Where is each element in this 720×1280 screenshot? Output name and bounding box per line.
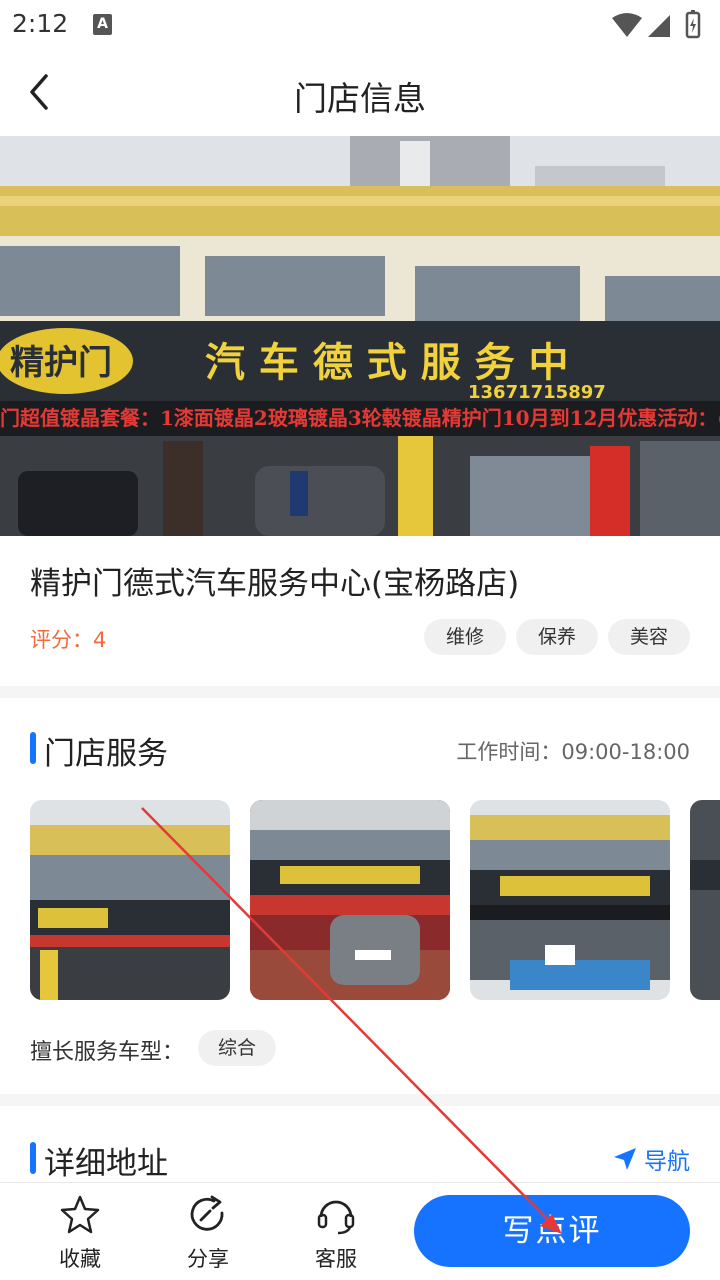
signal-icon	[648, 15, 670, 37]
headset-icon	[317, 1200, 355, 1235]
status-bar: 2:12 A	[0, 0, 720, 50]
status-icons	[612, 10, 701, 39]
tag-beauty: 美容	[607, 619, 690, 655]
store-logo-text: 精护门	[10, 343, 112, 383]
store-marquee-text: 门超值镀晶套餐：1漆面镀晶2玻璃镀晶3轮毂镀晶精护门10月到12月优惠活动：(1…	[0, 406, 720, 430]
title-bar: 门店信息	[0, 50, 720, 136]
navigate-label: 导航	[644, 1149, 690, 1175]
page-title: 门店信息	[294, 79, 426, 118]
navigation-arrow-icon	[614, 1148, 636, 1170]
service-photos[interactable]	[30, 800, 720, 1000]
section-divider	[0, 1094, 720, 1106]
work-time: 工作时间：09:00-18:00	[456, 740, 690, 764]
store-photo[interactable]: 精护门 汽 车 德 式 服 务 中 13671715897 门超值镀晶套餐：1漆…	[0, 136, 720, 536]
section-divider	[0, 686, 720, 698]
wifi-icon	[612, 13, 642, 37]
section-accent-bar	[30, 1142, 36, 1174]
services-title: 门店服务	[44, 736, 168, 772]
store-score: 评分：4	[30, 628, 107, 652]
share-label: 分享	[187, 1247, 229, 1271]
share-button[interactable]: 分享	[168, 1193, 248, 1273]
status-time: 2:12	[12, 9, 69, 38]
service-photo-2[interactable]	[250, 800, 450, 1000]
service-photo-4[interactable]	[690, 800, 720, 1000]
store-name: 精护门德式汽车服务中心(宝杨路店)	[30, 566, 520, 602]
section-accent-bar	[30, 732, 36, 764]
favorite-label: 收藏	[59, 1247, 101, 1271]
star-icon	[60, 1195, 100, 1234]
address-title: 详细地址	[44, 1146, 168, 1182]
service-tags: 维修 保养 美容	[423, 619, 690, 655]
storefront-illustration: 精护门 汽 车 德 式 服 务 中 13671715897 门超值镀晶套餐：1漆…	[0, 136, 720, 536]
car-type-tag: 综合	[198, 1030, 277, 1066]
store-phone-text: 13671715897	[468, 382, 606, 403]
car-type-label: 擅长服务车型：	[30, 1040, 185, 1065]
customer-service-button[interactable]: 客服	[296, 1193, 376, 1273]
tag-repair: 维修	[423, 619, 506, 655]
write-review-button[interactable]: 写点评	[414, 1195, 690, 1267]
tag-maintenance: 保养	[515, 619, 598, 655]
favorite-button[interactable]: 收藏	[40, 1193, 120, 1273]
customer-service-label: 客服	[315, 1247, 357, 1271]
navigate-button[interactable]: 导航	[612, 1142, 690, 1176]
notification-icon: A	[93, 14, 112, 35]
bottom-action-bar: 收藏 分享 客服 写点评	[0, 1182, 720, 1280]
store-sign-text: 汽 车 德 式 服 务 中	[205, 340, 569, 386]
service-photo-1[interactable]	[30, 800, 230, 1000]
share-icon	[190, 1195, 224, 1231]
service-photo-3[interactable]	[470, 800, 670, 1000]
